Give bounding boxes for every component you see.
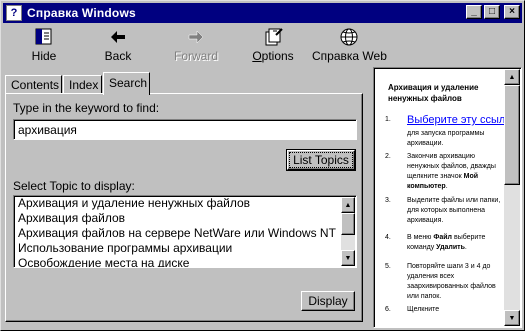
arrow-up-icon: ▲: [508, 73, 516, 81]
step-number: 3.: [385, 197, 391, 204]
topic-list-scrollbar[interactable]: ▲ ▼: [341, 197, 355, 266]
back-label: Back: [104, 49, 132, 63]
select-topic-label: Select Topic to display:: [13, 179, 135, 193]
step-tail: .: [445, 183, 448, 190]
tab-search[interactable]: Search: [103, 72, 150, 95]
web-help-label: Справка Web: [312, 49, 387, 63]
tab-search-label: Search: [109, 76, 148, 90]
hide-pane-icon: [27, 27, 61, 47]
help-book-icon: ?: [6, 5, 22, 21]
step-bold-text: Файл: [433, 234, 453, 241]
step-text: Щелкните: [407, 306, 440, 313]
step-text: Закончив архивацию ненужных файлов, дваж…: [407, 153, 496, 180]
step-number: 6.: [385, 306, 391, 313]
step-tail: .: [464, 244, 467, 251]
hide-button[interactable]: Hide: [27, 27, 61, 63]
minimize-icon: _: [471, 6, 477, 17]
step-number: 4.: [385, 234, 391, 241]
web-help-button[interactable]: Справка Web: [312, 27, 387, 63]
maximize-icon: □: [488, 6, 496, 17]
web-help-icon: [312, 27, 386, 47]
list-item[interactable]: Использование программы архивации: [14, 241, 356, 256]
arrow-down-icon: ▼: [508, 314, 516, 322]
forward-arrow-icon: [173, 27, 219, 47]
scroll-down-button[interactable]: ▼: [504, 310, 520, 326]
list-item[interactable]: Архивация и удаление ненужных файлов: [14, 196, 356, 211]
window-title: Справка Windows: [27, 6, 136, 20]
topic-list[interactable]: Архивация и удаление ненужных файлов Арх…: [13, 195, 357, 268]
display-label: Display: [308, 294, 348, 308]
toolbar: Hide Back Forward Options Справка Web: [3, 25, 522, 65]
back-arrow-icon: [101, 27, 135, 47]
help-window: ? Справка Windows _ □ × Hide Back Forwar…: [0, 0, 525, 331]
step-text: для запуска программы архивации.: [407, 130, 485, 147]
arrow-up-icon: ▲: [344, 201, 352, 209]
keyword-input[interactable]: [14, 120, 356, 139]
step-text: Выделите файлы или папки, для которых вы…: [407, 197, 501, 224]
display-button[interactable]: Display: [301, 291, 355, 311]
search-panel: Type in the keyword to find: List Topics…: [5, 93, 363, 322]
minimize-button[interactable]: _: [466, 5, 482, 19]
step-bold-text: Удалить: [436, 244, 465, 251]
list-topics-label: List Topics: [289, 152, 353, 168]
list-topics-button[interactable]: List Topics: [286, 149, 356, 171]
keyword-label: Type in the keyword to find:: [13, 101, 160, 115]
forward-label: Forward: [173, 49, 218, 63]
step-number: 5.: [385, 263, 391, 270]
arrow-down-icon: ▼: [344, 254, 352, 262]
list-item[interactable]: Освобождение места на диске: [14, 256, 356, 267]
tab-contents-label: Contents: [11, 78, 60, 92]
step-number: 1.: [385, 116, 391, 123]
scroll-up-button[interactable]: ▲: [504, 69, 520, 85]
help-topic-content: Архивация и удаление ненужных файлов 1. …: [376, 70, 505, 325]
maximize-button[interactable]: □: [484, 5, 500, 19]
options-label: Options: [252, 49, 294, 63]
forward-button[interactable]: Forward: [173, 27, 219, 63]
tab-index-label: Index: [69, 78, 99, 92]
step-text: Повторяйте шаги 3 и 4 до удаления всех з…: [407, 263, 496, 300]
close-button[interactable]: ×: [504, 5, 520, 19]
scroll-up-button[interactable]: ▲: [341, 197, 355, 213]
tab-contents[interactable]: Contents: [5, 75, 62, 94]
tab-index[interactable]: Index: [63, 75, 102, 94]
hide-label: Hide: [31, 49, 57, 63]
options-icon: [252, 27, 294, 47]
step-pre: В меню: [407, 234, 432, 241]
scroll-thumb[interactable]: [504, 85, 520, 185]
keyword-field[interactable]: [13, 119, 357, 140]
title-bar[interactable]: ? Справка Windows _ □ ×: [3, 3, 522, 23]
scroll-down-button[interactable]: ▼: [341, 250, 355, 266]
list-item[interactable]: Архивация файлов: [14, 211, 356, 226]
help-pane-scrollbar[interactable]: ▲ ▼: [504, 69, 520, 326]
list-item[interactable]: Архивация файлов на сервере NetWare или …: [14, 226, 356, 241]
options-button[interactable]: Options: [252, 27, 294, 63]
help-topic-title: Архивация и удаление ненужных файлов: [388, 83, 479, 103]
window-controls: _ □ ×: [464, 5, 520, 19]
scroll-thumb[interactable]: [341, 213, 355, 235]
close-icon: ×: [509, 6, 515, 17]
back-button[interactable]: Back: [101, 27, 135, 63]
start-backup-link[interactable]: Выберите эту ссылк: [407, 115, 505, 126]
help-topic-pane: Архивация и удаление ненужных файлов 1. …: [373, 67, 522, 328]
step-number: 2.: [385, 153, 391, 160]
